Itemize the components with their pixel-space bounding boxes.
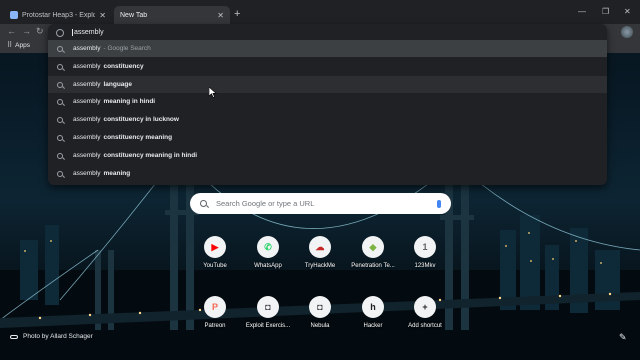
- suggestion-prefix: assembly: [73, 63, 101, 70]
- shortcut-hacker[interactable]: h Hacker: [343, 296, 403, 340]
- close-tab-icon[interactable]: ✕: [217, 11, 224, 20]
- shortcut-penetration-testing[interactable]: ◆ Penetration Te...: [343, 236, 403, 280]
- profile-avatar[interactable]: [621, 26, 633, 38]
- suggestion-item[interactable]: assembly constituency meaning in hindi: [48, 147, 607, 164]
- plus-icon: +: [414, 296, 436, 318]
- apps-label: Apps: [15, 41, 30, 49]
- pencil-icon[interactable]: ✎: [619, 332, 627, 343]
- apps-grid-icon: ⠿: [7, 42, 13, 49]
- tryhackme-icon: ☁: [309, 236, 331, 258]
- photo-credit-text: Photo by Allard Schager: [23, 333, 93, 340]
- exploit-exercises-icon: ◘: [257, 296, 279, 318]
- shortcut-label: Exploit Exercis...: [245, 323, 291, 329]
- shortcut-123mkv[interactable]: 1 123Mkv: [395, 236, 455, 280]
- shortcut-label: YouTube: [203, 263, 227, 269]
- mouse-cursor-icon: [209, 87, 217, 98]
- microphone-icon[interactable]: [437, 199, 441, 208]
- tab-title: New Tab: [120, 11, 148, 19]
- suggestion-completion: constituency meaning: [103, 134, 173, 141]
- 123mkv-icon: 1: [414, 236, 436, 258]
- shortcut-tryhackme[interactable]: ☁ TryHackMe: [290, 236, 350, 280]
- restore-icon[interactable]: ❐: [602, 7, 609, 16]
- tab-protostar[interactable]: Protostar Heap3 - Exploit Exercis ✕: [4, 6, 112, 24]
- page-favicon-icon: [10, 11, 18, 19]
- suggestion-completion: meaning in hindi: [103, 98, 156, 105]
- search-placeholder[interactable]: Search Google or type a URL: [216, 199, 437, 208]
- shortcut-label: Nebula: [310, 323, 330, 329]
- suggestion-prefix: assembly: [73, 116, 101, 123]
- suggestion-item[interactable]: assembly language: [48, 76, 607, 93]
- shortcut-label: Penetration Te...: [351, 263, 395, 269]
- suggestion-completion: meaning: [103, 170, 131, 177]
- suggestion-completion: language: [103, 81, 133, 88]
- close-tab-icon[interactable]: ✕: [99, 11, 106, 20]
- add-shortcut-button[interactable]: + Add shortcut: [395, 296, 455, 340]
- suggestion-prefix: assembly: [73, 81, 101, 88]
- shortcut-patreon[interactable]: P Patreon: [185, 296, 245, 340]
- suggestion-item[interactable]: assembly constituency meaning: [48, 129, 607, 146]
- tab-title: Protostar Heap3 - Exploit Exercis: [22, 11, 96, 19]
- link-icon: [10, 334, 18, 339]
- shortcut-label: Add shortcut: [408, 323, 442, 329]
- suggestion-completion: constituency: [103, 63, 144, 70]
- suggestion-prefix: assembly: [73, 45, 101, 52]
- suggestion-prefix: assembly: [73, 134, 101, 141]
- search-icon: [57, 63, 63, 70]
- suggestion-completion: constituency in lucknow: [103, 116, 179, 123]
- shortcut-youtube[interactable]: ▶ YouTube: [185, 236, 245, 280]
- suggestion-prefix: assembly: [73, 152, 101, 159]
- shortcut-whatsapp[interactable]: ✆ WhatsApp: [238, 236, 298, 280]
- suggestion-item[interactable]: assembly meaning: [48, 165, 607, 182]
- suggestion-item[interactable]: assembly constituency in lucknow: [48, 111, 607, 128]
- shortcut-nebula[interactable]: ◘ Nebula: [290, 296, 350, 340]
- search-icon: [57, 116, 63, 123]
- shortcut-label: TryHackMe: [304, 263, 336, 269]
- omnibox-input[interactable]: assembly: [56, 26, 104, 39]
- search-icon: [200, 200, 207, 207]
- nebula-icon: ◘: [309, 296, 331, 318]
- suggestion-item[interactable]: assembly meaning in hindi: [48, 93, 607, 110]
- shortcut-label: WhatsApp: [254, 263, 282, 269]
- suggestion-item[interactable]: assembly - Google Search: [48, 40, 607, 57]
- patreon-icon: P: [204, 296, 226, 318]
- shortcut-label: Hacker: [363, 323, 383, 329]
- suggestion-item[interactable]: assembly constituency: [48, 58, 607, 75]
- minimize-icon[interactable]: —: [578, 7, 586, 16]
- suggestion-prefix: assembly: [73, 170, 101, 177]
- suggestion-completion: constituency meaning in hindi: [103, 152, 198, 159]
- hacker-icon: h: [362, 296, 384, 318]
- google-search-box[interactable]: Search Google or type a URL: [190, 193, 451, 214]
- youtube-icon: ▶: [204, 236, 226, 258]
- shortcut-label: Patreon: [204, 323, 226, 329]
- whatsapp-icon: ✆: [257, 236, 279, 258]
- suggestion-prefix: assembly: [73, 98, 101, 105]
- penetration-testing-icon: ◆: [362, 236, 384, 258]
- close-window-icon[interactable]: ✕: [624, 7, 631, 16]
- apps-bookmark[interactable]: ⠿ Apps: [7, 41, 30, 50]
- arrow-left-icon[interactable]: ←: [7, 26, 16, 36]
- reload-icon[interactable]: ↻: [36, 26, 44, 37]
- search-icon: [57, 134, 63, 141]
- search-icon: [57, 152, 63, 159]
- tab-new-tab[interactable]: New Tab ✕: [114, 6, 230, 24]
- shortcut-exploit-exercises[interactable]: ◘ Exploit Exercis...: [238, 296, 298, 340]
- photo-credit-link[interactable]: Photo by Allard Schager: [10, 333, 93, 340]
- omnibox-value[interactable]: assembly: [72, 29, 104, 36]
- new-tab-plus-icon[interactable]: +: [234, 8, 240, 20]
- arrow-right-icon[interactable]: →: [22, 26, 31, 36]
- search-icon: [57, 170, 63, 177]
- suggestion-hint: - Google Search: [103, 45, 151, 52]
- search-icon: [57, 45, 63, 52]
- search-icon: [57, 81, 63, 88]
- google-g-icon: [56, 28, 64, 37]
- shortcut-label: 123Mkv: [414, 263, 436, 269]
- search-icon: [57, 98, 63, 105]
